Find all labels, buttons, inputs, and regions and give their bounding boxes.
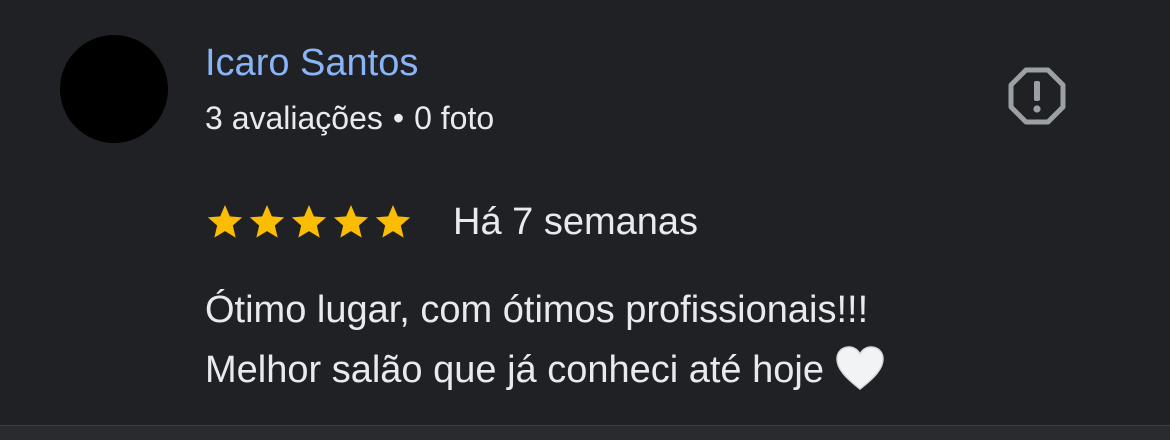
star-icon: [333, 205, 369, 238]
bottom-divider: [0, 425, 1170, 440]
avatar[interactable]: [60, 35, 168, 143]
review-text: Ótimo lugar, com ótimos profissionais!!!…: [205, 280, 1145, 400]
reviewer-meta: 3 avaliações • 0 foto: [205, 97, 494, 139]
star-icon: [291, 205, 327, 238]
meta-separator: •: [392, 100, 405, 136]
review-text-line-2: Melhor salão que já conheci até hoje: [205, 340, 1145, 400]
report-button[interactable]: [1005, 64, 1069, 128]
reviewer-name[interactable]: Icaro Santos: [205, 40, 418, 86]
review-card: Icaro Santos 3 avaliações • 0 foto Há 7 se…: [0, 0, 1170, 425]
star-icon: [249, 205, 285, 238]
report-flag-icon: [1008, 67, 1066, 125]
reviews-count: 3 avaliações: [205, 100, 383, 136]
photos-count: 0 foto: [414, 100, 495, 136]
review-text-line-1: Ótimo lugar, com ótimos profissionais!!!: [205, 289, 869, 331]
star-icon: [375, 205, 411, 238]
white-heart-emoji-icon: [834, 344, 886, 392]
star-rating: [205, 202, 415, 242]
rating-row: Há 7 semanas: [205, 198, 698, 246]
review-text-line-2-content: Melhor salão que já conheci até hoje: [205, 349, 824, 391]
review-time: Há 7 semanas: [453, 201, 699, 243]
star-icon: [207, 205, 243, 238]
